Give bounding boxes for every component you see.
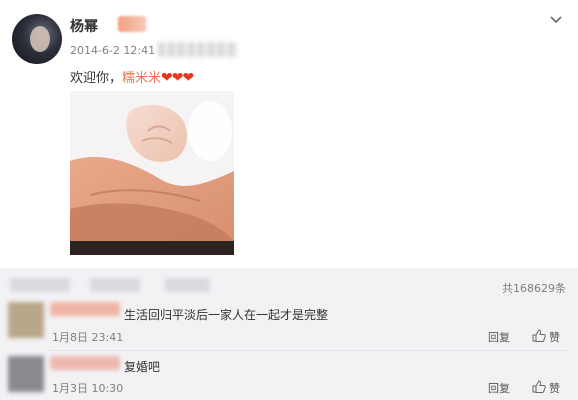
author-avatar[interactable]	[12, 14, 62, 64]
comment-avatar[interactable]	[8, 356, 44, 392]
blurred-header-1	[10, 278, 70, 292]
comment-total: 共168629条	[502, 282, 566, 295]
post-text: 欢迎你，糯米米❤❤❤	[70, 67, 194, 86]
comment-text: 生活回归平淡后一家人在一起才是完整	[124, 308, 329, 322]
like-button[interactable]: 赞	[549, 380, 560, 396]
comment-divider	[50, 350, 568, 351]
comment-time: 1月3日 10:30	[52, 382, 124, 395]
blurred-header-2	[90, 278, 140, 292]
reply-button[interactable]: 回复	[488, 380, 510, 396]
comment-text: 复婚吧	[124, 360, 161, 374]
hands-photo-image	[70, 91, 234, 255]
comment-avatar[interactable]	[8, 302, 44, 338]
comments-section: 共168629条 生活回归平淡后一家人在一起才是完整 1月8日 23:41 回复…	[0, 268, 578, 400]
like-button[interactable]: 赞	[549, 329, 560, 345]
weibo-post: 杨幂 2014-6-2 12:41 欢迎你，糯米米❤❤❤	[0, 0, 578, 268]
blurred-commenter-name[interactable]	[50, 302, 120, 316]
author-name[interactable]: 杨幂	[70, 16, 98, 36]
thumbs-up-icon[interactable]	[532, 380, 546, 393]
blurred-source	[158, 42, 238, 57]
comment-time: 1月8日 23:41	[52, 331, 124, 344]
post-photo[interactable]	[70, 91, 234, 255]
chevron-down-icon[interactable]	[548, 12, 564, 28]
blurred-commenter-name[interactable]	[50, 356, 120, 370]
post-text-prefix: 欢迎你，	[70, 71, 123, 86]
post-timestamp[interactable]: 2014-6-2 12:41	[70, 44, 155, 57]
mention-link[interactable]: 糯米米	[122, 71, 161, 86]
reply-button[interactable]: 回复	[488, 329, 510, 345]
thumbs-up-icon[interactable]	[532, 329, 546, 342]
blurred-badge	[118, 16, 146, 32]
blurred-header-3	[165, 278, 210, 292]
hearts-emoji: ❤❤❤	[161, 70, 194, 86]
